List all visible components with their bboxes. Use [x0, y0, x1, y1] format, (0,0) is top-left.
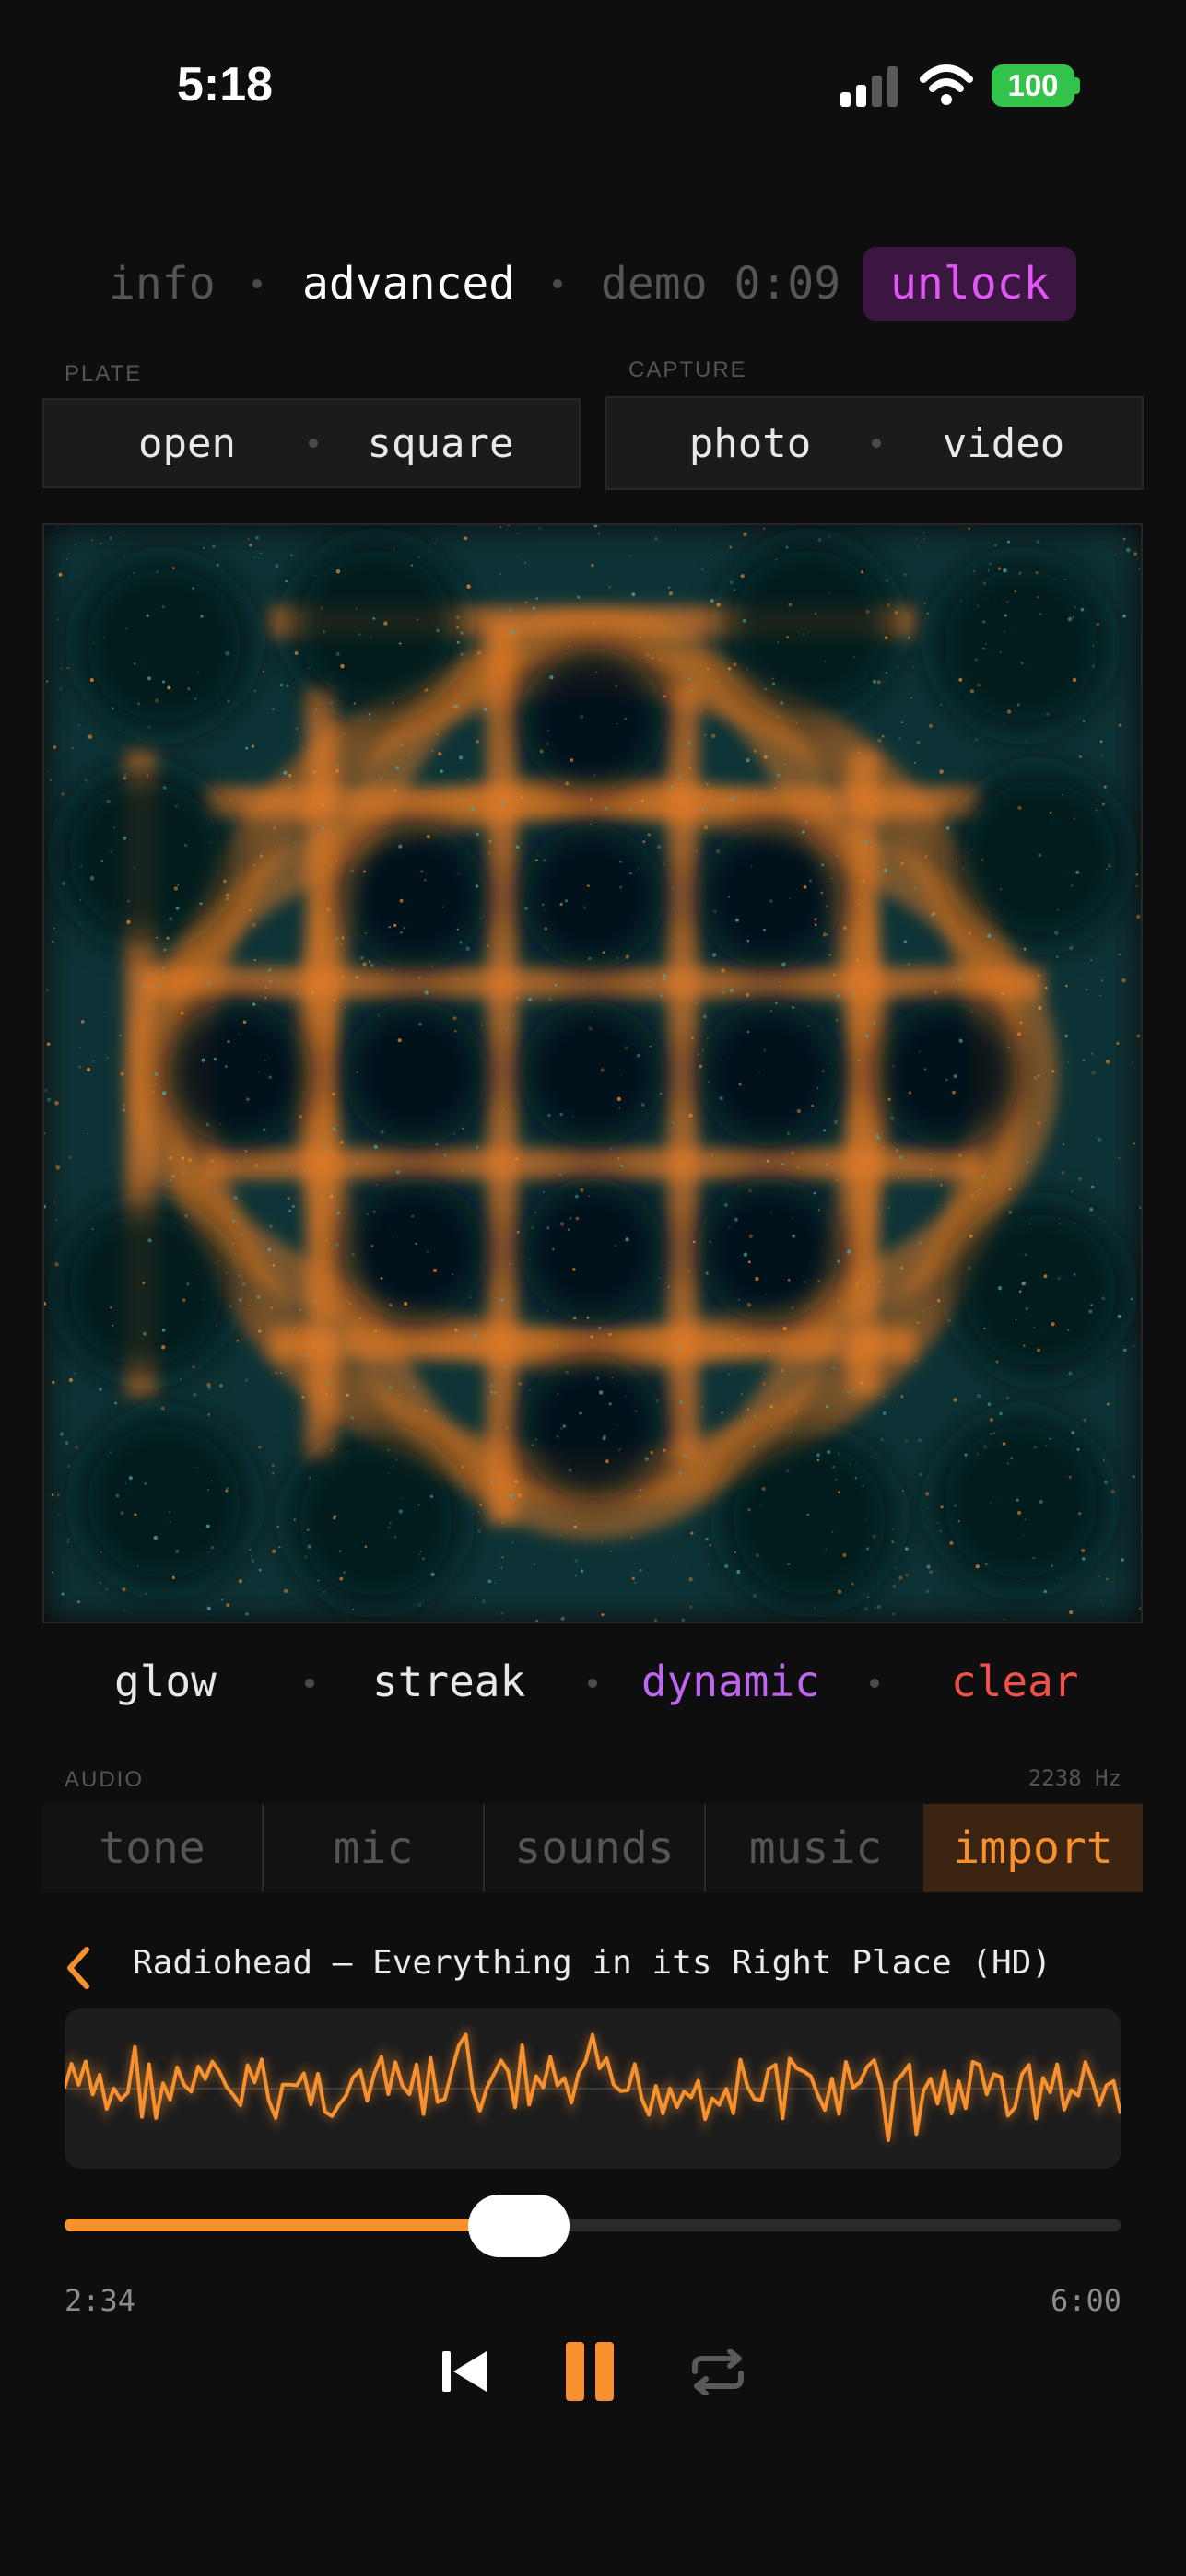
frequency-readout: 2238 Hz — [1027, 1765, 1121, 1791]
tab-sounds[interactable]: sounds — [485, 1804, 704, 1892]
nav-advanced[interactable]: advanced — [302, 247, 515, 321]
effect-dynamic[interactable]: dynamic — [641, 1649, 820, 1714]
tab-import[interactable]: import — [923, 1804, 1143, 1892]
tab-tone[interactable]: tone — [42, 1804, 262, 1892]
seek-thumb[interactable] — [468, 2195, 570, 2257]
back-chevron-icon[interactable] — [63, 1946, 94, 1990]
battery-level: 100 — [1007, 68, 1059, 102]
effect-separator — [870, 1679, 879, 1688]
capture-label: CAPTURE — [628, 357, 747, 382]
particle-pattern — [44, 525, 1141, 1622]
audio-label: AUDIO — [65, 1767, 145, 1792]
waveform-display[interactable] — [65, 2008, 1121, 2169]
wifi-icon — [920, 64, 973, 105]
nav-separator — [553, 279, 562, 288]
capture-video-option[interactable]: video — [893, 398, 1114, 488]
plate-label: PLATE — [65, 361, 143, 386]
effect-separator — [305, 1679, 314, 1688]
cymatics-canvas[interactable] — [42, 523, 1143, 1623]
effect-clear[interactable]: clear — [951, 1649, 1078, 1714]
plate-square-option[interactable]: square — [330, 400, 551, 486]
nav-info[interactable]: info — [109, 247, 216, 321]
pause-icon[interactable] — [564, 2340, 616, 2403]
battery-icon: 100 — [992, 64, 1074, 107]
top-nav: info advanced demo 0:09 unlock — [0, 247, 1186, 321]
plate-segment: open square — [42, 398, 581, 488]
status-time: 5:18 — [177, 58, 274, 111]
elapsed-time: 2:34 — [65, 2283, 136, 2318]
cellular-signal-icon — [840, 66, 898, 107]
audio-source-tabs: tone mic sounds music import — [42, 1804, 1143, 1892]
unlock-label: unlock — [890, 258, 1051, 310]
effect-glow[interactable]: glow — [114, 1649, 217, 1714]
waveform — [65, 2023, 1121, 2142]
effect-streak[interactable]: streak — [372, 1649, 525, 1714]
total-duration: 6:00 — [1050, 2283, 1121, 2318]
capture-photo-option[interactable]: photo — [644, 398, 856, 488]
repeat-icon[interactable] — [689, 2349, 746, 2395]
battery-tip — [1074, 77, 1080, 94]
effect-separator — [588, 1679, 597, 1688]
unlock-button[interactable]: unlock — [863, 247, 1076, 321]
segment-separator — [309, 439, 318, 449]
nav-separator — [252, 279, 262, 288]
tab-music[interactable]: music — [706, 1804, 925, 1892]
track-title: Radiohead – Everything in its Right Plac… — [133, 1944, 1051, 1982]
segment-separator — [872, 439, 881, 449]
seek-progress — [65, 2219, 519, 2231]
plate-open-option[interactable]: open — [81, 400, 293, 486]
tab-mic[interactable]: mic — [264, 1804, 483, 1892]
nav-demo-timer[interactable]: demo 0:09 — [601, 247, 840, 321]
skip-back-icon[interactable] — [440, 2348, 488, 2395]
capture-segment: photo video — [605, 396, 1144, 490]
